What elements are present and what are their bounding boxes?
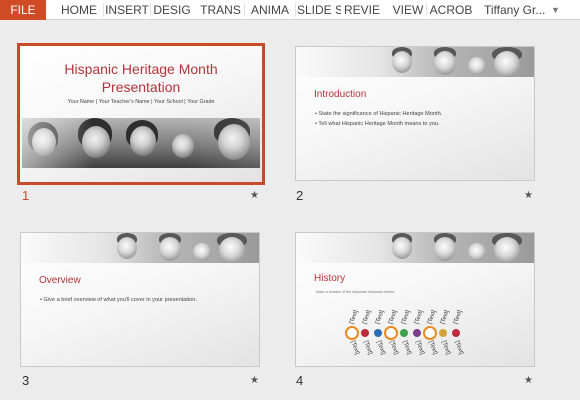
slide-number-4: 4: [296, 373, 304, 388]
slide-number-1: 1: [22, 188, 30, 203]
slide-thumbnail-1[interactable]: Hispanic Heritage Month Presentation You…: [17, 43, 265, 185]
tab-file[interactable]: FILE: [0, 0, 46, 20]
photo-figure: [219, 237, 245, 263]
tab-acrobat[interactable]: ACROB: [428, 0, 474, 20]
slide-bullet: • Give a brief overview of what you'll c…: [40, 297, 197, 303]
slide-thumbnail-4[interactable]: History Make a timeline of the important…: [295, 232, 535, 367]
tab-home[interactable]: HOME: [56, 0, 102, 20]
slide-title: History: [314, 273, 346, 284]
slide-title-line2: Presentation: [101, 79, 181, 95]
chevron-down-icon[interactable]: ▼: [551, 0, 560, 20]
photo-figure: [117, 237, 137, 259]
slide-number-2: 2: [296, 188, 304, 203]
slide-note: Make a timeline of the important histori…: [316, 290, 395, 294]
tab-divider: [103, 3, 104, 17]
photo-figure: [392, 51, 412, 73]
photo-strip: [22, 118, 260, 168]
slide-title: Introduction: [314, 89, 367, 100]
tab-review[interactable]: REVIE: [343, 0, 381, 20]
slide-title: Overview: [39, 275, 81, 286]
timeline-ring: [345, 326, 359, 340]
photo-figure: [434, 51, 456, 75]
tab-insert[interactable]: INSERT: [105, 0, 149, 20]
photo-figure: [434, 237, 456, 261]
photo-figure: [159, 237, 181, 261]
photo-figure: [392, 237, 412, 259]
photo-shade: [22, 118, 260, 168]
tab-divider: [150, 3, 151, 17]
slide-thumbnail-2[interactable]: Introduction • State the significance of…: [295, 46, 535, 181]
photo-figure: [468, 57, 486, 75]
timeline-dot: [413, 329, 421, 337]
photo-figure: [193, 243, 211, 261]
slide-thumbnail-3[interactable]: Overview • Give a brief overview of what…: [20, 232, 260, 367]
tab-view[interactable]: VIEW: [392, 0, 424, 20]
slide-title-line1: Hispanic Heritage Month: [64, 61, 218, 77]
star-icon[interactable]: ★: [524, 190, 533, 201]
photo-figure: [494, 51, 520, 77]
photo-figure: [468, 243, 486, 261]
tab-divider: [295, 3, 296, 17]
timeline-ring: [423, 326, 437, 340]
timeline-dot: [374, 329, 382, 337]
tab-divider: [426, 3, 427, 17]
photo-figure: [494, 237, 520, 263]
timeline-ring: [384, 326, 398, 340]
slide-bullet: • Tell what Hispanic Heritage Month mean…: [315, 121, 440, 127]
slide-subtitle: Your Name | Your Teacher's Name | Your S…: [67, 99, 215, 105]
photo-banner: [296, 233, 534, 263]
star-icon[interactable]: ★: [250, 190, 259, 201]
star-icon[interactable]: ★: [250, 375, 259, 386]
ribbon-tab-bar: FILE HOME INSERT DESIG TRANS ANIMA SLIDE…: [0, 0, 580, 20]
star-icon[interactable]: ★: [524, 375, 533, 386]
tab-slide-show[interactable]: SLIDE S: [297, 0, 341, 20]
tab-divider: [244, 3, 245, 17]
tab-animations[interactable]: ANIMA: [246, 0, 294, 20]
photo-banner: [21, 233, 259, 263]
timeline-dot: [452, 329, 460, 337]
photo-banner: [296, 47, 534, 77]
slide-number-3: 3: [22, 373, 30, 388]
user-account[interactable]: Tiffany Gr...: [484, 0, 548, 20]
slide-bullet: • State the significance of Hispanic Her…: [315, 111, 443, 117]
tab-transitions[interactable]: TRANS: [199, 0, 242, 20]
timeline-dot: [400, 329, 408, 337]
timeline-dot: [439, 329, 447, 337]
tab-design[interactable]: DESIG: [152, 0, 192, 20]
timeline-dot: [361, 329, 369, 337]
